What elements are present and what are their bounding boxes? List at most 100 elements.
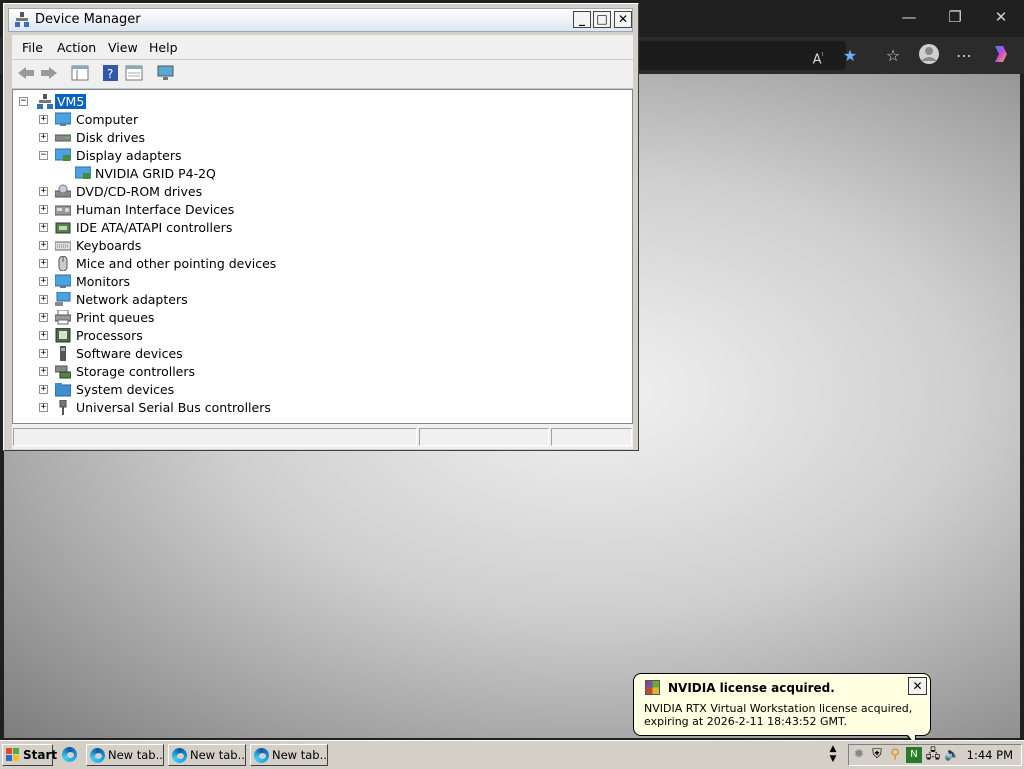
expand-icon[interactable]: + <box>39 241 48 250</box>
node-label: Software devices <box>76 346 183 361</box>
node-label: Mice and other pointing devices <box>76 256 277 271</box>
computer-root-icon <box>37 94 53 109</box>
edge-icon <box>172 748 187 763</box>
node-label: IDE ATA/ATAPI controllers <box>76 220 233 235</box>
taskbar: Start New tab... New tab... New tab... ▲… <box>0 740 1024 769</box>
node-label: Monitors <box>76 274 131 289</box>
favorite-star-icon[interactable]: ★ <box>837 43 863 69</box>
gear-icon[interactable]: ✹ <box>851 747 867 763</box>
edge-icon <box>90 748 105 763</box>
taskbar-button-new-tab[interactable]: New tab... <box>168 744 246 766</box>
software-device-icon <box>60 346 66 361</box>
read-aloud-icon[interactable]: A⁾ <box>805 43 831 69</box>
display-adapter-icon <box>55 148 71 161</box>
collapse-icon[interactable]: − <box>39 151 48 160</box>
expand-icon[interactable]: + <box>39 259 48 268</box>
display-adapter-icon <box>75 166 91 179</box>
expand-icon[interactable]: + <box>39 349 48 358</box>
node-label: DVD/CD-ROM drives <box>76 184 203 199</box>
edge-quicklaunch[interactable] <box>59 744 81 766</box>
node-label: Display adapters <box>76 148 182 163</box>
network-icon[interactable]: 🖧 <box>925 747 941 763</box>
browser-minimize-button[interactable]: — <box>886 4 932 30</box>
status-pane <box>13 428 417 446</box>
menu-action[interactable]: Action <box>57 40 96 55</box>
close-icon[interactable]: ✕ <box>908 677 927 695</box>
printer-icon <box>55 310 71 325</box>
computer-icon <box>55 112 71 126</box>
nvidia-tray-icon[interactable]: N <box>906 747 922 763</box>
search-icon[interactable]: ⚲ <box>887 747 903 763</box>
node-label: System devices <box>76 382 175 397</box>
profile-icon[interactable] <box>916 43 942 69</box>
expand-icon[interactable]: + <box>39 385 48 394</box>
minimize-button[interactable]: _ <box>573 11 591 28</box>
expand-icon[interactable]: + <box>39 187 48 196</box>
device-manager-window: Device Manager _ □ ✕ File Action View He… <box>3 3 639 451</box>
scan-hardware-icon[interactable] <box>157 65 175 81</box>
close-button[interactable]: ✕ <box>614 11 632 28</box>
title-bar[interactable]: Device Manager _ □ ✕ <box>8 8 633 32</box>
expand-icon[interactable]: + <box>39 367 48 376</box>
nvidia-license-icon <box>645 680 660 695</box>
storage-controller-icon <box>55 365 71 379</box>
more-icon[interactable]: ⋯ <box>951 43 977 69</box>
root-label[interactable]: VM5 <box>55 94 87 109</box>
copilot-icon[interactable] <box>988 43 1014 69</box>
expand-icon[interactable]: + <box>39 295 48 304</box>
taskbar-button-new-tab[interactable]: New tab... <box>86 744 164 766</box>
expand-icon[interactable]: + <box>39 133 48 142</box>
device-manager-icon <box>15 12 29 27</box>
favorites-icon[interactable]: ☆ <box>880 43 906 69</box>
browser-restore-button[interactable]: ❐ <box>932 4 978 30</box>
menu-view[interactable]: View <box>108 40 138 55</box>
keyboard-icon <box>55 241 71 251</box>
node-label: Print queues <box>76 310 155 325</box>
hid-icon <box>55 205 71 216</box>
monitor-icon <box>55 274 71 288</box>
menu-help[interactable]: Help <box>149 40 178 55</box>
forward-arrow-icon[interactable] <box>40 65 58 81</box>
window-client: File Action View Help ? − VM5 + Computer… <box>12 35 633 449</box>
node-label: Processors <box>76 328 143 343</box>
menu-file[interactable]: File <box>22 40 43 55</box>
notification-balloon[interactable]: NVIDIA license acquired. ✕ NVIDIA RTX Vi… <box>633 673 931 747</box>
node-label: Human Interface Devices <box>76 202 235 217</box>
expand-icon[interactable]: + <box>39 115 48 124</box>
system-devices-icon <box>55 383 71 397</box>
window-title: Device Manager <box>35 12 141 27</box>
security-shield-icon[interactable]: ⛨ <box>869 747 885 763</box>
clock[interactable]: 1:44 PM <box>967 748 1013 762</box>
browser-close-button[interactable]: ✕ <box>978 4 1024 30</box>
node-label: Universal Serial Bus controllers <box>76 400 271 415</box>
node-label: Disk drives <box>76 130 145 145</box>
expand-icon[interactable]: + <box>39 313 48 322</box>
taskbar-button-new-tab[interactable]: New tab... <box>250 744 328 766</box>
volume-muted-icon[interactable]: 🔈 <box>944 747 960 763</box>
properties-view-icon[interactable] <box>71 65 89 81</box>
node-label: Storage controllers <box>76 364 196 379</box>
help-icon[interactable]: ? <box>102 65 120 81</box>
details-view-icon[interactable] <box>125 65 143 81</box>
expand-icon[interactable]: + <box>39 223 48 232</box>
expand-icon[interactable]: + <box>39 277 48 286</box>
maximize-button[interactable]: □ <box>593 11 611 28</box>
ide-controller-icon <box>55 222 71 234</box>
start-button[interactable]: Start <box>2 744 57 766</box>
expand-icon[interactable]: + <box>39 331 48 340</box>
task-label: New tab... <box>190 748 246 762</box>
network-adapter-icon <box>55 292 71 306</box>
device-tree: − VM5 + Computer + Disk drives − Display… <box>12 89 633 424</box>
expand-icon[interactable]: + <box>39 205 48 214</box>
start-label: Start <box>23 748 58 762</box>
system-tray: ✹ ⛨ ⚲ N 🖧 🔈 1:44 PM <box>848 744 1022 766</box>
expand-icon[interactable]: + <box>39 403 48 412</box>
collapse-icon[interactable]: − <box>19 97 28 106</box>
processor-icon <box>55 328 71 343</box>
notification-title: NVIDIA license acquired. <box>668 681 835 695</box>
svg-text:?: ? <box>107 67 113 81</box>
notification-message: NVIDIA RTX Virtual Workstation license a… <box>644 702 913 728</box>
edge-icon <box>62 747 77 762</box>
taskbar-scroll-arrows[interactable]: ▲ ▼ <box>824 744 842 766</box>
back-arrow-icon[interactable] <box>17 65 35 81</box>
